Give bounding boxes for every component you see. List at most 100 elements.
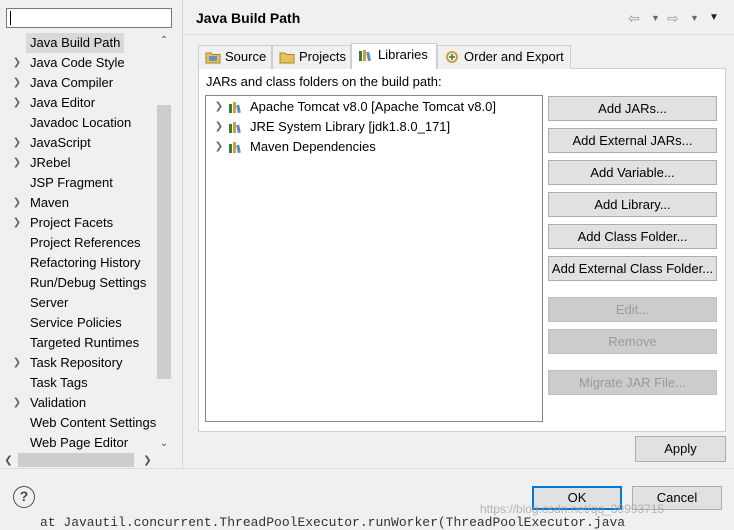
expand-chevron-icon[interactable]: ❯ bbox=[12, 153, 22, 173]
libraries-caption: JARs and class folders on the build path… bbox=[206, 74, 442, 89]
expand-chevron-icon[interactable]: ❯ bbox=[12, 133, 22, 153]
add-library-button[interactable]: Add Library... bbox=[548, 192, 717, 217]
sidebar-item-project-references[interactable]: Project References bbox=[0, 233, 156, 253]
expand-chevron-icon[interactable]: ❯ bbox=[12, 193, 22, 213]
sidebar-item-jsp-fragment[interactable]: JSP Fragment bbox=[0, 173, 156, 193]
watermark-text: https://blog.csdn.net/qq_39993715 bbox=[480, 502, 665, 516]
sidebar-item-maven[interactable]: ❯ Maven bbox=[0, 193, 156, 213]
view-menu-icon[interactable]: ▼ bbox=[709, 10, 719, 26]
library-icon bbox=[229, 142, 241, 154]
back-history-dropdown-icon[interactable]: ▼ bbox=[651, 10, 660, 26]
sidebar-item-service-policies[interactable]: Service Policies bbox=[0, 313, 156, 333]
scroll-up-arrow-icon[interactable]: ⌃ bbox=[156, 32, 172, 49]
sidebar-item-validation[interactable]: ❯ Validation bbox=[0, 393, 156, 413]
sidebar-item-label: Targeted Runtimes bbox=[30, 335, 140, 350]
sidebar-item-label: Service Policies bbox=[30, 315, 122, 330]
tab-source[interactable]: Source bbox=[198, 45, 272, 69]
library-entry-label: Apache Tomcat v8.0 [Apache Tomcat v8.0] bbox=[250, 99, 496, 114]
sidebar-item-label: Task Repository bbox=[30, 355, 123, 370]
horizontal-scroll-thumb[interactable] bbox=[18, 453, 134, 467]
sidebar-item-label: Server bbox=[30, 295, 69, 310]
sidebar-item-java-build-path[interactable]: Java Build Path bbox=[0, 33, 156, 53]
scrollbar-corner bbox=[156, 452, 172, 468]
sidebar-item-server[interactable]: Server bbox=[0, 293, 156, 313]
expand-chevron-icon[interactable]: ❯ bbox=[12, 93, 22, 113]
sidebar-item-label: Java Code Style bbox=[30, 55, 125, 70]
sidebar-item-task-repository[interactable]: ❯ Task Repository bbox=[0, 353, 156, 373]
expand-chevron-icon[interactable]: ❯ bbox=[214, 117, 224, 137]
sidebar-item-java-code-style[interactable]: ❯ Java Code Style bbox=[0, 53, 156, 73]
sidebar-item-label: Refactoring History bbox=[30, 255, 141, 270]
sidebar-item-project-facets[interactable]: ❯ Project Facets bbox=[0, 213, 156, 233]
scroll-right-arrow-icon[interactable]: ❯ bbox=[139, 452, 156, 468]
forward-arrow-icon[interactable]: ⇨ bbox=[667, 10, 679, 26]
scroll-down-arrow-icon[interactable]: ⌄ bbox=[156, 435, 172, 452]
sidebar-item-label: JSP Fragment bbox=[30, 175, 113, 190]
scroll-left-arrow-icon[interactable]: ❮ bbox=[0, 452, 17, 468]
sidebar-item-refactoring-history[interactable]: Refactoring History bbox=[0, 253, 156, 273]
library-icon bbox=[229, 122, 241, 134]
sidebar-item-jrebel[interactable]: ❯ JRebel bbox=[0, 153, 156, 173]
expand-chevron-icon[interactable]: ❯ bbox=[12, 73, 22, 93]
expand-chevron-icon[interactable]: ❯ bbox=[12, 353, 22, 373]
sidebar-item-label: Task Tags bbox=[30, 375, 88, 390]
vertical-scroll-thumb[interactable] bbox=[157, 105, 171, 379]
sidebar-item-java-compiler[interactable]: ❯ Java Compiler bbox=[0, 73, 156, 93]
tab-projects[interactable]: Projects bbox=[272, 45, 351, 69]
expand-chevron-icon[interactable]: ❯ bbox=[12, 393, 22, 413]
sidebar-item-web-content-settings[interactable]: Web Content Settings bbox=[0, 413, 156, 433]
sidebar-item-targeted-runtimes[interactable]: Targeted Runtimes bbox=[0, 333, 156, 353]
background-console-text: at Javautil.concurrent.ThreadPoolExecuto… bbox=[40, 516, 626, 530]
sidebar-item-label: Javadoc Location bbox=[30, 115, 132, 130]
sidebar-item-label: JavaScript bbox=[30, 135, 91, 150]
sidebar-item-label: Project Facets bbox=[30, 215, 114, 230]
page-title: Java Build Path bbox=[196, 10, 301, 26]
sidebar-item-javascript[interactable]: ❯ JavaScript bbox=[0, 133, 156, 153]
tab-libraries-label: Libraries bbox=[378, 47, 428, 62]
sidebar-item-run-debug-settings[interactable]: Run/Debug Settings bbox=[0, 273, 156, 293]
filter-input[interactable] bbox=[6, 8, 172, 28]
sidebar-item-label: Maven bbox=[30, 195, 70, 210]
library-icon bbox=[229, 102, 241, 114]
sidebar-item-label: Web Page Editor bbox=[30, 435, 129, 450]
tab-libraries[interactable]: Libraries bbox=[351, 43, 437, 69]
sidebar-item-label: Run/Debug Settings bbox=[30, 275, 147, 290]
sidebar-item-web-page-editor[interactable]: Web Page Editor bbox=[0, 433, 156, 452]
add-jars-button[interactable]: Add JARs... bbox=[548, 96, 717, 121]
order-export-icon bbox=[446, 51, 458, 63]
sidebar-item-label: Project References bbox=[30, 235, 141, 250]
sidebar-item-task-tags[interactable]: Task Tags bbox=[0, 373, 156, 393]
library-entry-label: Maven Dependencies bbox=[250, 139, 376, 154]
build-path-libraries-tree[interactable]: ❯ Apache Tomcat v8.0 [Apache Tomcat v8.0… bbox=[205, 95, 543, 422]
tab-source-label: Source bbox=[225, 49, 267, 64]
back-arrow-icon[interactable]: ⇦ bbox=[628, 10, 640, 26]
expand-chevron-icon[interactable]: ❯ bbox=[214, 97, 224, 117]
add-variable-button[interactable]: Add Variable... bbox=[548, 160, 717, 185]
help-icon[interactable]: ? bbox=[13, 486, 35, 508]
edit-button[interactable]: Edit... bbox=[548, 297, 717, 322]
sidebar-item-label: Validation bbox=[30, 395, 87, 410]
library-entry-label: JRE System Library [jdk1.8.0_171] bbox=[250, 119, 451, 134]
remove-button[interactable]: Remove bbox=[548, 329, 717, 354]
apply-button[interactable]: Apply bbox=[635, 436, 726, 462]
tab-order-and-export[interactable]: Order and Export bbox=[437, 45, 571, 69]
migrate-jar-file-button[interactable]: Migrate JAR File... bbox=[548, 370, 717, 395]
expand-chevron-icon[interactable]: ❯ bbox=[12, 53, 22, 73]
add-external-class-folder-button[interactable]: Add External Class Folder... bbox=[548, 256, 717, 281]
text-caret bbox=[10, 11, 11, 25]
sidebar-item-label: Java Compiler bbox=[30, 75, 114, 90]
title-separator bbox=[184, 34, 734, 35]
tab-order-and-export-label: Order and Export bbox=[464, 49, 564, 64]
sidebar-item-label: Java Build Path bbox=[26, 33, 125, 53]
forward-history-dropdown-icon[interactable]: ▼ bbox=[690, 10, 699, 26]
add-external-jars-button[interactable]: Add External JARs... bbox=[548, 128, 717, 153]
source-folder-icon bbox=[205, 52, 221, 64]
add-class-folder-button[interactable]: Add Class Folder... bbox=[548, 224, 717, 249]
expand-chevron-icon[interactable]: ❯ bbox=[214, 137, 224, 157]
expand-chevron-icon[interactable]: ❯ bbox=[12, 213, 22, 233]
sidebar-item-javadoc-location[interactable]: Javadoc Location bbox=[0, 113, 156, 133]
libraries-icon bbox=[359, 50, 371, 62]
tab-projects-label: Projects bbox=[299, 49, 346, 64]
sidebar-item-java-editor[interactable]: ❯ Java Editor bbox=[0, 93, 156, 113]
sidebar-item-label: Java Editor bbox=[30, 95, 96, 110]
